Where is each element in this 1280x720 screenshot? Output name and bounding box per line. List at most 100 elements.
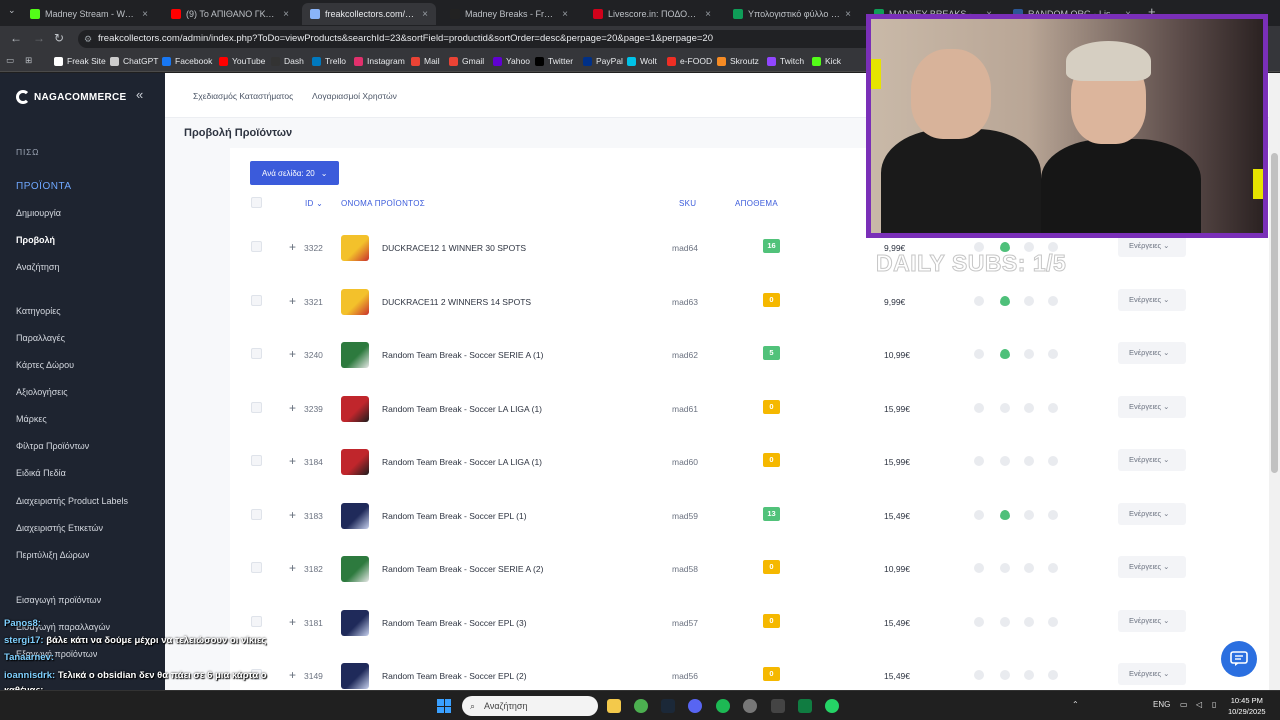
column-header-name[interactable]: ΟΝΟΜΑ ΠΡΟΪΟΝΤΟΣ [341, 199, 425, 208]
back-icon[interactable]: ← [10, 31, 22, 45]
product-name-link[interactable]: DUCKRACE12 1 WINNER 30 SPOTS [382, 243, 526, 253]
browser-tab[interactable]: Livescore.in: ΠΟΔΟΣΦΑΙΡΟ × [585, 3, 719, 25]
apps-icon[interactable]: ⊞ [25, 55, 32, 66]
whatsapp-icon[interactable] [825, 699, 839, 713]
featured-star-icon[interactable] [1024, 616, 1034, 627]
actions-dropdown[interactable]: Ενέργειες ⌄ [1118, 663, 1186, 685]
column-header-id[interactable]: ID ⌄ [305, 199, 323, 208]
expand-row-icon[interactable]: + [289, 561, 296, 575]
collapse-sidebar-icon[interactable]: « [136, 87, 143, 102]
bookmark-item[interactable]: PayPal [583, 56, 623, 66]
page-scrollbar[interactable] [1269, 73, 1280, 690]
browser-tab[interactable]: freakcollectors.com/admin/i × [302, 3, 436, 25]
product-thumbnail[interactable] [341, 395, 369, 422]
google-icon[interactable] [974, 670, 984, 680]
product-name-link[interactable]: Random Team Break - Soccer EPL (3) [382, 618, 527, 628]
sidebar-item[interactable]: Ειδικά Πεδία [16, 468, 66, 478]
actions-dropdown[interactable]: Ενέργειες ⌄ [1118, 342, 1186, 364]
taskbar-clock[interactable]: 10:45 PM 10/29/2025 [1228, 695, 1266, 717]
close-tab-icon[interactable]: × [283, 9, 289, 20]
bookmark-item[interactable]: Yahoo [493, 56, 530, 66]
sidebar-item[interactable]: Διαχειριστής Product Labels [16, 496, 128, 506]
actions-dropdown[interactable]: Ενέργειες ⌄ [1118, 395, 1186, 418]
browser-tab[interactable]: Madney Stream - Watch Live × [22, 3, 156, 25]
featured-star-icon[interactable] [1024, 509, 1034, 520]
chat-support-button[interactable] [1221, 641, 1257, 677]
row-checkbox[interactable] [251, 348, 262, 359]
windows-start-icon[interactable] [437, 699, 451, 713]
sidebar-item[interactable]: Κάρτες Δώρου [16, 360, 74, 370]
sidebar-back-link[interactable]: ΠΙΣΩ [16, 147, 39, 157]
reload-icon[interactable]: ↻ [54, 31, 64, 45]
visibility-eye-icon[interactable] [1000, 670, 1010, 680]
row-checkbox[interactable] [251, 241, 262, 252]
sidebar-item[interactable]: Κατηγορίες [16, 306, 61, 316]
product-thumbnail[interactable] [341, 556, 369, 582]
close-tab-icon[interactable]: × [142, 9, 148, 20]
nav-user-accounts[interactable]: Λογαριασμοί Χρηστών [312, 91, 397, 101]
browser-tab[interactable]: Madney Breaks - Freak Colle × [442, 3, 576, 25]
actions-dropdown[interactable]: Ενέργειες ⌄ [1118, 449, 1186, 471]
product-name-link[interactable]: DUCKRACE11 2 WINNERS 14 SPOTS [382, 297, 531, 307]
scrollbar-thumb[interactable] [1271, 153, 1278, 473]
row-checkbox[interactable] [251, 508, 262, 520]
chrome-icon[interactable] [634, 699, 648, 713]
language-indicator[interactable]: ENG [1153, 700, 1170, 709]
network-icon[interactable]: ▭ [1180, 700, 1188, 709]
bookmark-item[interactable]: Twitch [767, 56, 804, 66]
row-checkbox[interactable] [251, 615, 262, 627]
google-icon[interactable] [974, 616, 984, 627]
visibility-eye-icon[interactable] [1000, 456, 1010, 466]
bookmark-item[interactable]: Mail [411, 56, 440, 66]
actions-dropdown[interactable]: Ενέργειες ⌄ [1118, 502, 1186, 525]
discord-icon[interactable] [688, 699, 702, 713]
featured-star-icon[interactable] [1024, 295, 1034, 306]
gift-icon[interactable] [1048, 563, 1058, 573]
sidebar-item[interactable]: Εισαγωγή προϊόντων [16, 595, 101, 605]
bookmark-item[interactable]: YouTube [219, 56, 265, 66]
file-explorer-icon[interactable] [607, 699, 621, 713]
row-checkbox[interactable] [251, 562, 262, 573]
bookmark-item[interactable]: Facebook [162, 56, 212, 66]
battery-icon[interactable]: ▯ [1212, 700, 1216, 709]
featured-star-icon[interactable] [1024, 456, 1034, 466]
row-checkbox[interactable] [251, 401, 262, 413]
taskbar-search[interactable]: ⌕ Αναζήτηση [462, 696, 598, 716]
steam-icon[interactable] [661, 699, 675, 713]
sidebar-item[interactable]: Μάρκες [16, 414, 47, 424]
expand-row-icon[interactable]: + [289, 668, 296, 682]
address-bar[interactable]: ⚙ freakcollectors.com/admin/index.php?To… [78, 30, 878, 48]
row-checkbox[interactable] [251, 294, 262, 306]
featured-star-icon[interactable] [1024, 563, 1034, 573]
obs-icon[interactable] [743, 699, 757, 713]
product-name-link[interactable]: Random Team Break - Soccer LA LIGA (1) [382, 457, 542, 467]
bookmark-item[interactable]: Skroutz [717, 56, 759, 66]
gift-icon[interactable] [1048, 295, 1058, 306]
product-thumbnail[interactable] [341, 663, 369, 689]
volume-icon[interactable]: ◁ [1196, 700, 1202, 709]
select-all-checkbox[interactable] [251, 197, 262, 208]
app-icon[interactable] [771, 699, 785, 713]
bookmark-folder-icon[interactable]: ▭ [6, 55, 14, 66]
gift-icon[interactable] [1048, 509, 1058, 520]
nav-store-design[interactable]: Σχεδιασμός Καταστήματος [193, 91, 293, 101]
actions-dropdown[interactable]: Ενέργειες ⌄ [1118, 609, 1186, 632]
google-icon[interactable] [974, 402, 984, 413]
sidebar-item[interactable]: Περιτύλιξη Δώρων [16, 550, 89, 560]
product-thumbnail[interactable] [341, 235, 369, 261]
sidebar-item[interactable]: Αξιολογήσεις [16, 387, 68, 397]
sidebar-item[interactable]: Φίλτρα Προϊόντων [16, 441, 89, 451]
google-icon[interactable] [974, 295, 984, 306]
visibility-eye-icon[interactable] [1000, 349, 1010, 359]
gift-icon[interactable] [1048, 402, 1058, 413]
product-thumbnail[interactable] [341, 609, 369, 636]
gift-icon[interactable] [1048, 456, 1058, 466]
close-tab-icon[interactable]: × [705, 9, 711, 20]
spotify-icon[interactable] [716, 699, 730, 713]
close-tab-icon[interactable]: × [562, 9, 568, 20]
featured-star-icon[interactable] [1024, 670, 1034, 680]
site-info-icon[interactable]: ⚙ [84, 30, 92, 48]
bookmark-item[interactable]: Gmail [449, 56, 484, 66]
actions-dropdown[interactable]: Ενέργειες ⌄ [1118, 556, 1186, 578]
visibility-eye-icon[interactable] [1000, 402, 1010, 413]
